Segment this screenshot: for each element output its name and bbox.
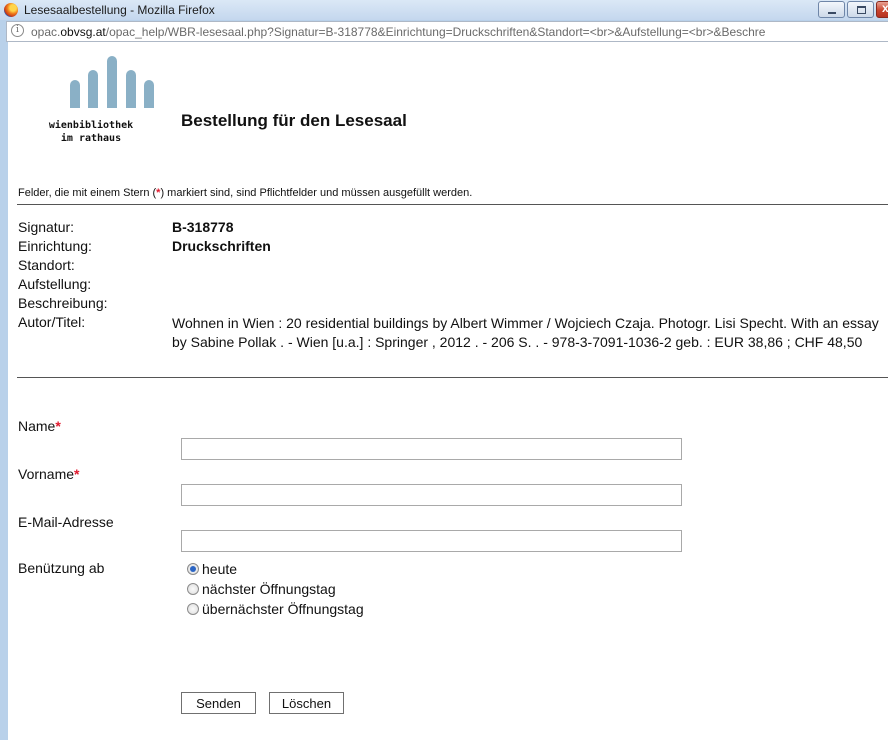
benuetzung-label: Benützung ab bbox=[18, 560, 105, 576]
logo-line-1: wienbibliothek bbox=[48, 120, 134, 131]
clear-button[interactable]: Löschen bbox=[269, 692, 344, 714]
email-input[interactable] bbox=[181, 530, 682, 552]
library-logo-text: wienbibliothek im rathaus bbox=[21, 119, 161, 145]
signatur-label: Signatur: bbox=[18, 219, 75, 235]
logo-bar bbox=[107, 56, 117, 108]
vorname-input[interactable] bbox=[181, 484, 682, 506]
window-title: Lesesaalbestellung - Mozilla Firefox bbox=[24, 3, 215, 17]
close-button[interactable] bbox=[876, 1, 888, 18]
required-star: * bbox=[74, 466, 80, 482]
logo-bar bbox=[144, 80, 154, 108]
required-fields-hint: Felder, die mit einem Stern (*) markiert… bbox=[18, 187, 473, 199]
radio-label: übernächster Öffnungstag bbox=[202, 601, 364, 617]
logo-bar bbox=[88, 70, 98, 108]
autor-label: Autor/Titel: bbox=[18, 314, 86, 330]
url-text[interactable]: opac.obvsg.at/opac_help/WBR-lesesaal.php… bbox=[31, 25, 765, 39]
minimize-button[interactable] bbox=[818, 1, 845, 18]
page-title: Bestellung für den Lesesaal bbox=[181, 111, 407, 130]
einrichtung-label: Einrichtung: bbox=[18, 238, 92, 254]
window-titlebar[interactable]: Lesesaalbestellung - Mozilla Firefox bbox=[0, 0, 888, 20]
vorname-label: Vorname* bbox=[18, 466, 80, 482]
aufstellung-label: Aufstellung: bbox=[18, 276, 92, 292]
beschreibung-label: Beschreibung: bbox=[18, 295, 108, 311]
divider-top bbox=[17, 204, 888, 205]
maximize-button[interactable] bbox=[847, 1, 874, 18]
divider-bottom bbox=[17, 377, 888, 378]
radio-label: heute bbox=[202, 561, 238, 577]
radio-label: nächster Öffnungstag bbox=[202, 581, 336, 597]
required-star: * bbox=[55, 418, 61, 434]
radio-button[interactable] bbox=[187, 583, 199, 595]
window-border bbox=[0, 42, 8, 740]
firefox-icon bbox=[4, 3, 18, 17]
standort-label: Standort: bbox=[18, 257, 75, 273]
send-button[interactable]: Senden bbox=[181, 692, 256, 714]
library-logo-icon bbox=[70, 56, 156, 108]
address-bar[interactable]: i opac.obvsg.at/opac_help/WBR-lesesaal.p… bbox=[6, 21, 888, 42]
email-label: E-Mail-Adresse bbox=[18, 514, 114, 530]
logo-bar bbox=[126, 70, 136, 108]
signatur-value: B-318778 bbox=[172, 219, 234, 235]
info-icon[interactable]: i bbox=[11, 24, 24, 37]
radio-button[interactable] bbox=[187, 563, 199, 575]
logo-bar bbox=[70, 80, 80, 108]
einrichtung-value: Druckschriften bbox=[172, 238, 271, 254]
radio-button[interactable] bbox=[187, 603, 199, 615]
autor-value: Wohnen in Wien : 20 residential building… bbox=[172, 315, 879, 350]
name-input[interactable] bbox=[181, 438, 682, 460]
page-content: wienbibliothek im rathaus Bestellung für… bbox=[8, 42, 888, 740]
name-label: Name* bbox=[18, 418, 61, 434]
logo-line-2: im rathaus bbox=[60, 133, 122, 144]
